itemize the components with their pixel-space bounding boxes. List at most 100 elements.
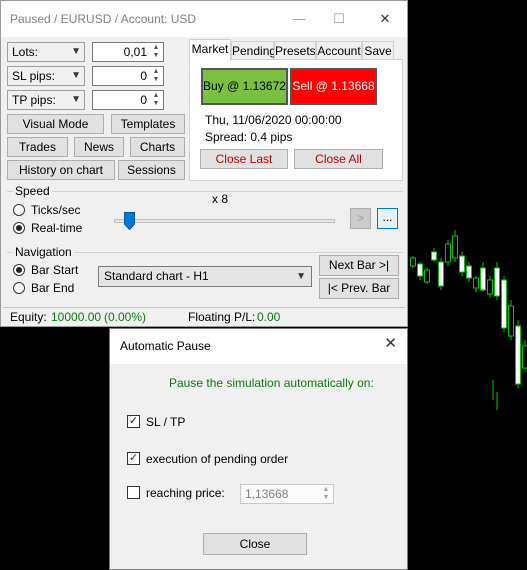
visual-mode-button[interactable]: Visual Mode xyxy=(7,114,104,134)
dialog-heading: Pause the simulation automatically on: xyxy=(169,376,374,390)
buy-button[interactable]: Buy @ 1.13672 xyxy=(201,68,288,105)
tab-presets[interactable]: Presets xyxy=(274,41,316,60)
tp-label-dropdown[interactable]: TP pips: ▼ xyxy=(7,90,85,110)
equity-label: Equity: xyxy=(10,310,47,324)
reaching-price-checkbox[interactable] xyxy=(127,486,140,499)
close-icon[interactable]: ✕ xyxy=(375,9,395,29)
step-forward-button[interactable]: > xyxy=(350,208,371,229)
minimize-icon[interactable]: — xyxy=(289,9,309,29)
lots-value: 0,01 xyxy=(123,45,147,59)
chevron-down-icon: ▼ xyxy=(71,46,81,57)
candle-body xyxy=(501,279,507,329)
spin-arrows-icon[interactable]: ▲ ▼ xyxy=(321,486,331,502)
templates-button[interactable]: Templates xyxy=(111,114,185,134)
maximize-icon[interactable]: ☐ xyxy=(329,9,349,29)
dialog-title: Automatic Pause xyxy=(120,339,211,353)
radio-bar-start[interactable] xyxy=(13,264,25,276)
prev-bar-button[interactable]: |< Prev. Bar xyxy=(319,278,399,299)
pending-order-label: execution of pending order xyxy=(146,452,289,466)
radio-real-time[interactable] xyxy=(13,222,25,234)
sl-label: SL pips: xyxy=(12,69,55,83)
spin-arrows-icon[interactable]: ▲ ▼ xyxy=(151,92,161,108)
history-on-chart-button[interactable]: History on chart xyxy=(7,160,115,180)
tp-label: TP pips: xyxy=(12,93,56,107)
bar-end-label: Bar End xyxy=(31,281,75,295)
sl-value: 0 xyxy=(140,69,147,83)
equity-value: 10000.00 xyxy=(51,310,102,324)
close-last-button[interactable]: Close Last xyxy=(200,149,288,169)
radio-ticks-sec[interactable] xyxy=(13,204,25,216)
speed-slider-track[interactable] xyxy=(114,219,335,223)
candle-body xyxy=(522,345,527,369)
close-button[interactable]: Close xyxy=(203,533,307,555)
navigation-group-label: Navigation xyxy=(13,245,74,259)
candle-body xyxy=(410,257,416,267)
tp-stepper[interactable]: 0 ▲ ▼ xyxy=(92,90,164,110)
candle-body xyxy=(445,243,451,263)
candle-body xyxy=(473,277,479,289)
speed-slider-thumb[interactable] xyxy=(124,212,136,230)
next-bar-button[interactable]: Next Bar >| xyxy=(319,255,399,276)
tab-pending[interactable]: Pending xyxy=(231,41,276,60)
speed-group-label: Speed xyxy=(13,184,52,198)
sessions-button[interactable]: Sessions xyxy=(118,160,185,180)
floating-pl-label: Floating P/L: xyxy=(188,310,256,324)
candle-body xyxy=(424,269,430,283)
news-button[interactable]: News xyxy=(74,137,124,157)
market-datetime: Thu, 11/06/2020 00:00:00 xyxy=(205,113,342,127)
chart-type-value: Standard chart - H1 xyxy=(104,269,209,283)
candle-body xyxy=(466,265,472,279)
chevron-down-icon: ▼ xyxy=(71,70,81,81)
sl-tp-checkbox[interactable]: ✓ xyxy=(127,415,140,428)
ticks-sec-label: Ticks/sec xyxy=(31,203,81,217)
candle-body xyxy=(438,261,444,287)
reaching-price-label: reaching price: xyxy=(146,486,225,500)
real-time-label: Real-time xyxy=(31,221,83,235)
candle-body xyxy=(459,255,465,273)
candle-body xyxy=(480,267,486,291)
window-title: Paused / EURUSD / Account: USD xyxy=(10,12,197,26)
close-all-button[interactable]: Close All xyxy=(294,149,383,169)
automatic-pause-dialog: Automatic Pause ✕ Pause the simulation a… xyxy=(109,328,408,570)
reaching-price-input[interactable]: 1,13668 ▲ ▼ xyxy=(240,484,334,504)
sl-tp-label: SL / TP xyxy=(146,415,186,429)
lots-stepper[interactable]: 0,01 ▲ ▼ xyxy=(92,42,164,62)
tab-market[interactable]: Market xyxy=(189,39,231,61)
trades-button[interactable]: Trades xyxy=(7,137,68,157)
dialog-body: Pause the simulation automatically on: ✓… xyxy=(110,364,407,569)
simulator-window: Paused / EURUSD / Account: USD — ☐ ✕ Lot… xyxy=(0,0,408,327)
chevron-down-icon: ▼ xyxy=(296,271,306,282)
candle-body xyxy=(452,235,458,259)
close-icon[interactable]: ✕ xyxy=(384,334,397,352)
lots-label-dropdown[interactable]: Lots: ▼ xyxy=(7,42,85,62)
candle-body xyxy=(431,251,437,261)
pending-order-checkbox[interactable]: ✓ xyxy=(127,452,140,465)
floating-pl-value: 0.00 xyxy=(257,310,281,324)
charts-button[interactable]: Charts xyxy=(130,137,185,157)
sl-stepper[interactable]: 0 ▲ ▼ xyxy=(92,66,164,86)
tab-save[interactable]: Save xyxy=(362,41,394,60)
lots-label: Lots: xyxy=(12,45,39,59)
spread-text: Spread: 0.4 pips xyxy=(205,130,293,144)
candle-body xyxy=(417,263,423,277)
candle-body xyxy=(515,325,521,385)
chevron-down-icon: ▼ xyxy=(71,94,81,105)
candle-body xyxy=(487,279,493,295)
sell-button[interactable]: Sell @ 1.13668 xyxy=(290,68,377,105)
candle-body xyxy=(508,305,514,337)
speed-multiplier: x 8 xyxy=(212,192,229,206)
chart-type-select[interactable]: Standard chart - H1 ▼ xyxy=(98,266,312,287)
spin-arrows-icon[interactable]: ▲ ▼ xyxy=(151,68,161,84)
sl-label-dropdown[interactable]: SL pips: ▼ xyxy=(7,66,85,86)
radio-bar-end[interactable] xyxy=(13,282,25,294)
equity-percent: (0.00%) xyxy=(104,310,147,324)
tp-value: 0 xyxy=(140,93,147,107)
reaching-price-value: 1,13668 xyxy=(245,487,289,501)
tab-account[interactable]: Account xyxy=(316,41,362,60)
bar-start-label: Bar Start xyxy=(31,263,79,277)
speed-group-border xyxy=(7,191,403,192)
spin-arrows-icon[interactable]: ▲ ▼ xyxy=(151,44,161,60)
candle-body xyxy=(494,267,500,297)
title-bar[interactable]: Paused / EURUSD / Account: USD — ☐ ✕ xyxy=(1,1,407,37)
speed-more-button[interactable]: ... xyxy=(377,208,398,229)
